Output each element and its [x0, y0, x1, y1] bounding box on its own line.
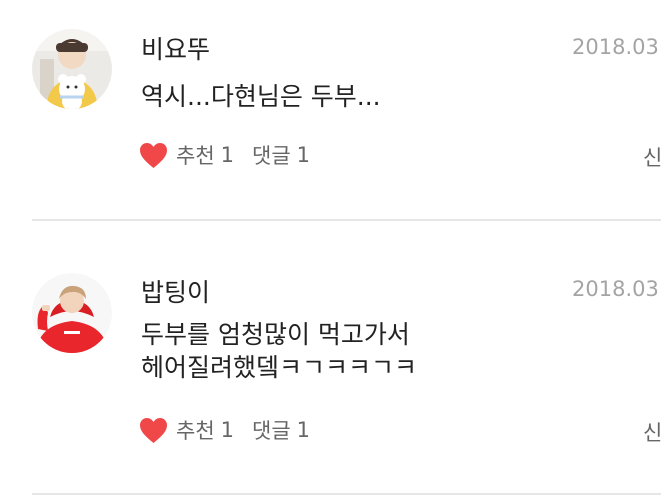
comment-nickname[interactable]: 밥팅이	[141, 273, 210, 309]
report-button[interactable]: 신	[643, 417, 661, 447]
comment-text: 역시...다현님은 두부...	[141, 80, 381, 113]
avatar-photo-icon	[32, 273, 112, 353]
like-count: 1	[220, 418, 235, 442]
heart-icon[interactable]	[139, 417, 168, 444]
comment-date: 2018.03.	[572, 277, 661, 301]
comment-item: 밥팅이 2018.03. 두부를 엄청많이 먹고가서 헤어질려했뎈ㅋㄱㅋㅋㄱㅋ …	[0, 221, 661, 496]
like-label[interactable]: 추천	[176, 140, 215, 170]
comment-item: 비요뚜 2018.03. 역시...다현님은 두부... 추천 1 댓글 1 신	[0, 0, 661, 221]
reply-label[interactable]: 댓글	[252, 415, 291, 445]
heart-icon[interactable]	[139, 142, 168, 169]
reply-label[interactable]: 댓글	[252, 140, 291, 170]
avatar-photo-icon	[32, 29, 112, 109]
like-count: 1	[220, 143, 235, 167]
comment-actions: 추천 1 댓글 1	[139, 140, 310, 170]
like-label[interactable]: 추천	[176, 415, 215, 445]
comment-text-line: 역시...다현님은 두부...	[141, 82, 381, 111]
avatar[interactable]	[32, 273, 112, 353]
comment-text: 두부를 엄청많이 먹고가서 헤어질려했뎈ㅋㄱㅋㅋㄱㅋ	[141, 318, 417, 384]
reply-count: 1	[296, 143, 311, 167]
reply-count: 1	[296, 418, 311, 442]
divider	[32, 493, 661, 495]
comment-nickname[interactable]: 비요뚜	[141, 30, 210, 66]
comment-actions: 추천 1 댓글 1	[139, 415, 310, 445]
comment-date: 2018.03.	[572, 35, 661, 59]
report-button[interactable]: 신	[643, 142, 661, 172]
comment-text-line: 헤어질려했뎈ㅋㄱㅋㅋㄱㅋ	[141, 353, 418, 382]
comment-text-line: 두부를 엄청많이 먹고가서	[141, 320, 410, 349]
avatar[interactable]	[32, 29, 112, 109]
